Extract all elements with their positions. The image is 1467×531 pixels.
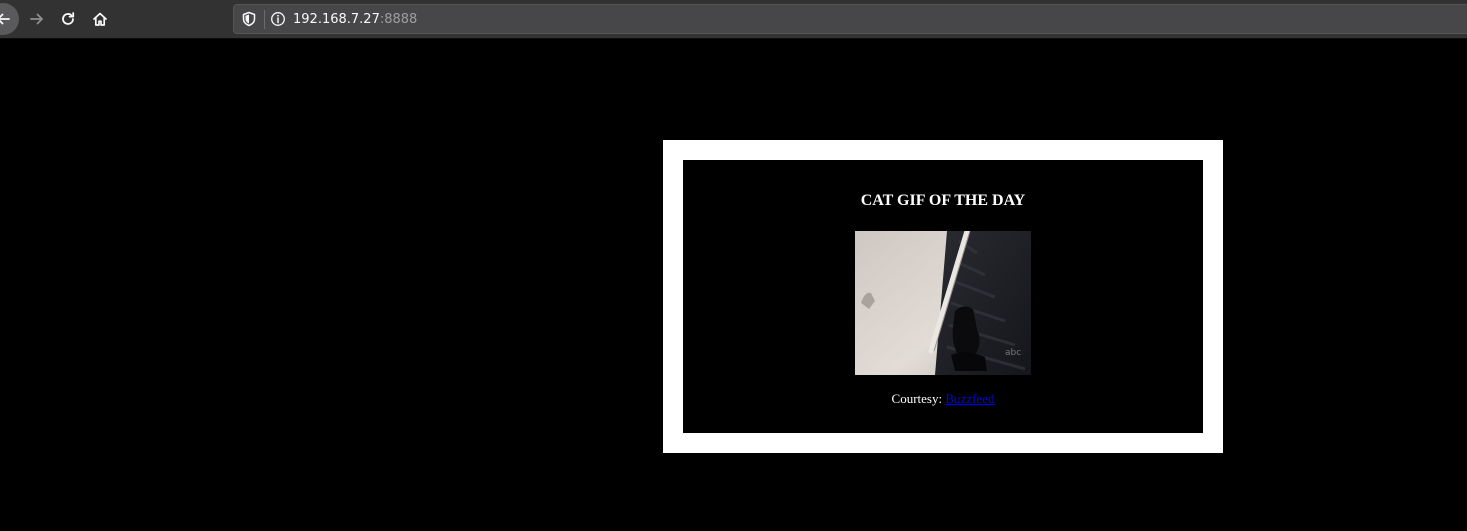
shield-icon[interactable] [242,11,256,27]
reload-button[interactable] [53,4,83,34]
courtesy-line: Courtesy: Buzzfeed [683,390,1203,407]
svg-text:abc: abc [1005,348,1021,358]
home-icon [93,12,107,26]
content-card: CAT GIF OF THE DAY abc Courtesy: Buzzfee… [683,160,1203,433]
cat-gif-image: abc [855,231,1031,375]
browser-toolbar: 192.168.7.27:8888 [0,0,1467,39]
urlbar-separator [264,10,265,29]
reload-icon [62,12,75,25]
url-port: :8888 [379,12,418,27]
back-button[interactable] [0,3,19,35]
courtesy-label: Courtesy: [891,391,946,406]
url-text[interactable]: 192.168.7.27:8888 [293,11,417,28]
url-host: 192.168.7.27 [293,12,380,27]
arrow-left-icon [0,13,10,25]
forward-button[interactable] [22,4,52,34]
arrow-right-icon [30,13,43,25]
white-frame: CAT GIF OF THE DAY abc Courtesy: Buzzfee… [663,140,1223,453]
home-button[interactable] [85,4,115,34]
info-icon[interactable] [270,11,286,27]
page-heading: CAT GIF OF THE DAY [860,192,1026,209]
buzzfeed-link[interactable]: Buzzfeed [945,391,994,406]
address-bar[interactable]: 192.168.7.27:8888 [233,4,1467,34]
